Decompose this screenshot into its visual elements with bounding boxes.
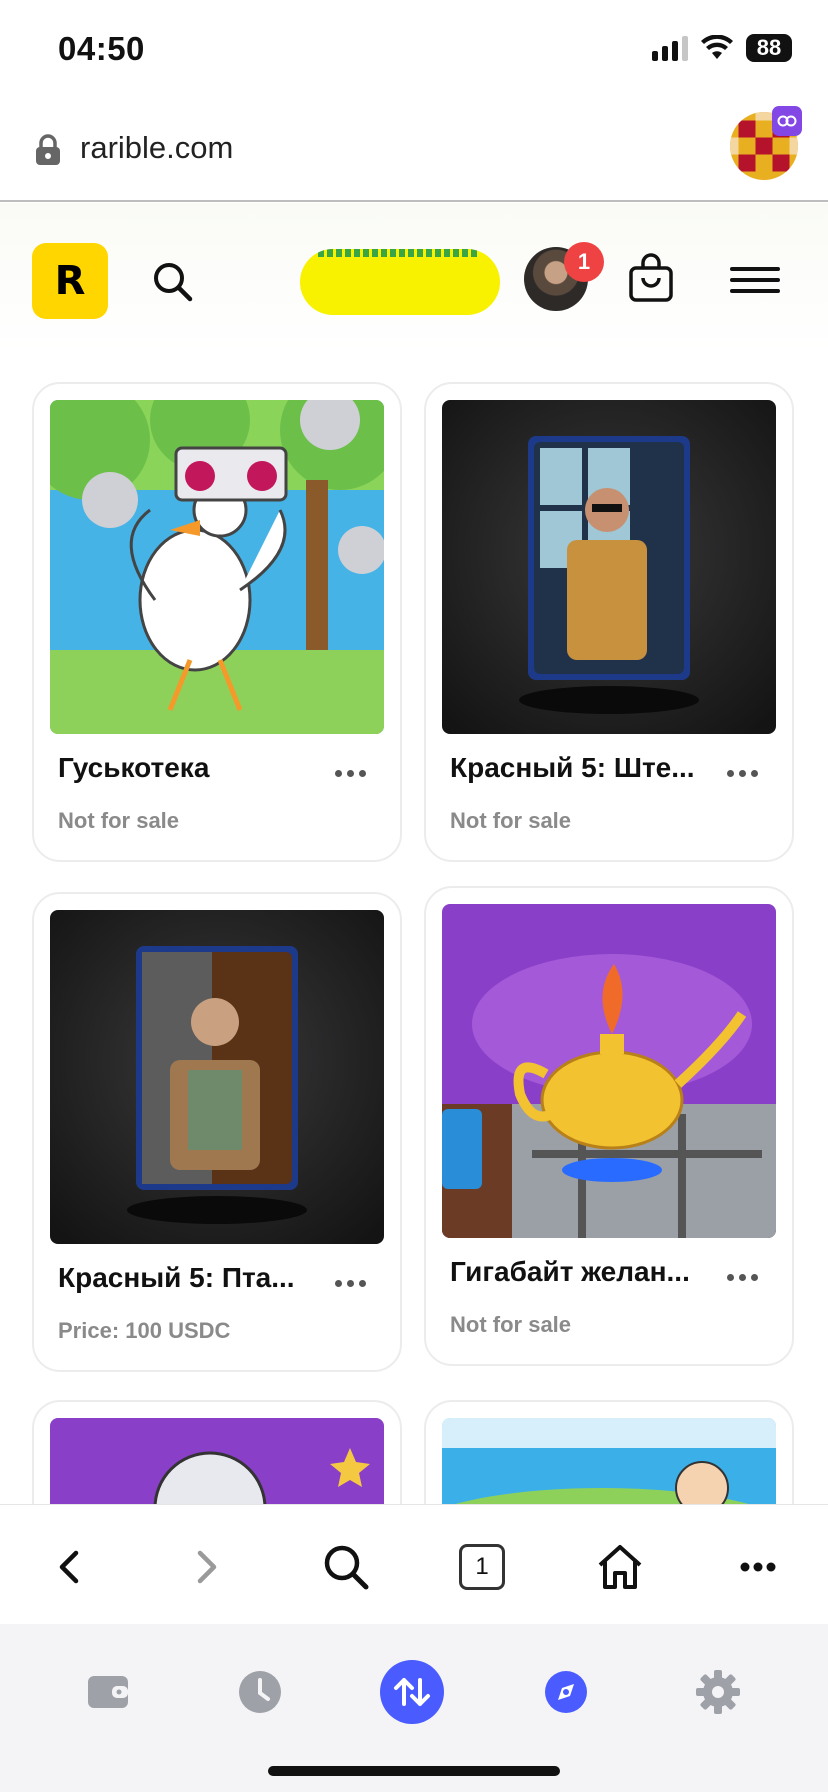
browser-toolbar: 1 bbox=[0, 1504, 828, 1624]
nft-card[interactable]: Красный 5: Ште... Not for sale bbox=[424, 382, 794, 862]
polygon-badge-icon bbox=[772, 106, 802, 136]
rarible-logo[interactable]: R bbox=[32, 243, 108, 319]
swap-icon[interactable] bbox=[380, 1660, 444, 1724]
address-bar[interactable]: rarible.com bbox=[0, 100, 828, 202]
history-icon[interactable] bbox=[228, 1660, 292, 1724]
nft-title[interactable]: Гуськотека bbox=[58, 752, 209, 784]
wifi-icon bbox=[701, 35, 733, 59]
more-icon[interactable] bbox=[732, 1541, 784, 1593]
nft-image[interactable] bbox=[442, 400, 776, 734]
wallet-icon[interactable] bbox=[76, 1660, 140, 1724]
connect-pill-button[interactable] bbox=[300, 249, 500, 315]
site-header: R bbox=[0, 203, 828, 353]
tabs-count: 1 bbox=[459, 1544, 505, 1590]
battery-indicator: 88 bbox=[746, 34, 792, 62]
nft-status: Not for sale bbox=[58, 808, 180, 833]
more-icon[interactable] bbox=[335, 770, 366, 777]
discover-icon[interactable] bbox=[534, 1660, 598, 1724]
nft-title[interactable]: Красный 5: Пта... bbox=[58, 1262, 295, 1294]
more-icon[interactable] bbox=[335, 1280, 366, 1287]
more-icon[interactable] bbox=[727, 770, 758, 777]
nft-card[interactable]: Гигабайт желан... Not for sale bbox=[424, 886, 794, 1366]
status-time: 04:50 bbox=[58, 30, 145, 67]
nft-image[interactable] bbox=[50, 910, 384, 1244]
search-icon[interactable] bbox=[320, 1541, 372, 1593]
nft-status: Not for sale bbox=[450, 808, 572, 833]
nft-title[interactable]: Гигабайт желан... bbox=[450, 1256, 690, 1288]
settings-icon[interactable] bbox=[686, 1660, 750, 1724]
forward-icon bbox=[197, 1550, 217, 1584]
status-bar: 04:50 88 bbox=[0, 0, 828, 100]
menu-icon[interactable] bbox=[730, 265, 780, 295]
nft-status: Price: 100 USDC bbox=[58, 1318, 231, 1343]
nft-image[interactable] bbox=[442, 904, 776, 1238]
nft-image[interactable] bbox=[50, 400, 384, 734]
home-icon[interactable] bbox=[594, 1541, 646, 1593]
more-icon[interactable] bbox=[727, 1274, 758, 1281]
status-icons: 88 bbox=[652, 34, 792, 62]
tabs-button[interactable]: 1 bbox=[456, 1541, 508, 1593]
logo-letter: R bbox=[54, 258, 86, 304]
nft-status: Not for sale bbox=[450, 1312, 572, 1337]
nft-card[interactable]: Красный 5: Пта... Price: 100 USDC bbox=[32, 892, 402, 1372]
url-text[interactable]: rarible.com bbox=[80, 130, 233, 166]
notification-badge: 1 bbox=[564, 242, 604, 282]
nft-card[interactable]: Гуськотека Not for sale bbox=[32, 382, 402, 862]
signal-icon bbox=[652, 35, 688, 61]
search-icon[interactable] bbox=[150, 259, 194, 303]
nft-title[interactable]: Красный 5: Ште... bbox=[450, 752, 695, 784]
home-indicator bbox=[268, 1766, 560, 1776]
lock-icon bbox=[36, 134, 60, 165]
bag-icon[interactable] bbox=[626, 251, 676, 305]
back-icon[interactable] bbox=[44, 1541, 96, 1593]
